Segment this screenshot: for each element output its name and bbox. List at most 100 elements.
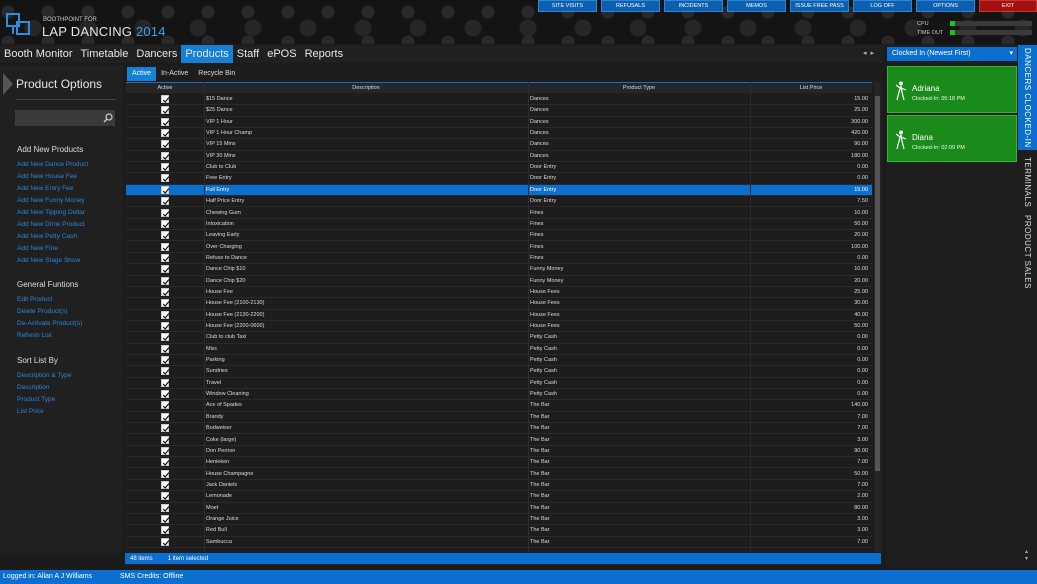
- link-description[interactable]: Description: [17, 384, 50, 391]
- table-row[interactable]: $25 Dance Dances 25.00: [126, 105, 872, 117]
- active-checkbox[interactable]: [161, 163, 170, 172]
- table-row[interactable]: VIP 1 Hour Champ Dances 420.00: [126, 128, 872, 140]
- log-off-button[interactable]: LOG OFF: [853, 0, 912, 12]
- table-row[interactable]: Chewing Gum Fines 10.00: [126, 208, 872, 219]
- tab-dancers[interactable]: Dancers: [132, 45, 181, 63]
- link-edit-product[interactable]: Edit Product: [17, 296, 52, 303]
- active-checkbox[interactable]: [161, 526, 170, 535]
- tab-staff[interactable]: Staff: [233, 45, 263, 63]
- dancer-card[interactable]: Adriana Clocked-In: 05:18 PM: [887, 66, 1017, 113]
- active-checkbox[interactable]: [161, 242, 170, 251]
- table-row[interactable]: Dance Chip $10 Funny Money 10.00: [126, 264, 872, 276]
- active-checkbox[interactable]: [161, 480, 170, 489]
- active-checkbox[interactable]: [161, 333, 170, 342]
- subtab-in-active[interactable]: In-Active: [156, 67, 193, 81]
- table-row[interactable]: Window Cleaning Petty Cash 0.00: [126, 389, 872, 401]
- subtab-recycle-bin[interactable]: Recycle Bin: [193, 67, 240, 81]
- active-checkbox[interactable]: [161, 390, 170, 399]
- memos-button[interactable]: MEMOS: [727, 0, 786, 12]
- active-checkbox[interactable]: [161, 492, 170, 501]
- table-row[interactable]: Sundries Petty Cash 0.00: [126, 366, 872, 378]
- header-description[interactable]: Description: [204, 85, 528, 91]
- table-row[interactable]: VIP 15 Mins Dances 90.00: [126, 139, 872, 151]
- active-checkbox[interactable]: [161, 514, 170, 523]
- active-checkbox[interactable]: [161, 287, 170, 296]
- active-checkbox[interactable]: [161, 265, 170, 274]
- table-row[interactable]: Ace of Spades The Bar 140.00: [126, 400, 872, 412]
- link-delete-product-s[interactable]: Delete Product(s): [17, 308, 68, 315]
- active-checkbox[interactable]: [161, 299, 170, 308]
- active-checkbox[interactable]: [161, 537, 170, 546]
- dancer-card[interactable]: Diana Clocked-In: 02:09 PM: [887, 115, 1017, 162]
- active-checkbox[interactable]: [161, 231, 170, 240]
- collapse-arrow-icon[interactable]: [3, 73, 13, 95]
- table-row[interactable]: $15 Dance Dances 15.00: [126, 94, 872, 106]
- active-checkbox[interactable]: [161, 458, 170, 467]
- tab-reports[interactable]: Reports: [301, 45, 348, 63]
- exit-button[interactable]: EXIT: [979, 0, 1037, 12]
- side-tab-product-sales[interactable]: PRODUCT SALES: [1018, 214, 1037, 289]
- incidents-button[interactable]: INCIDENTS: [664, 0, 723, 12]
- active-checkbox[interactable]: [161, 356, 170, 365]
- subtab-active[interactable]: Active: [127, 67, 157, 81]
- table-row[interactable]: Jack Daniels The Bar 7.00: [126, 480, 872, 492]
- active-checkbox[interactable]: [161, 129, 170, 138]
- active-checkbox[interactable]: [161, 95, 170, 103]
- link-add-new-stage-show[interactable]: Add New Stage Show: [17, 257, 80, 264]
- issue-free-pass-button[interactable]: ISSUE FREE PASS: [790, 0, 849, 12]
- search-icon[interactable]: [103, 113, 113, 123]
- table-row[interactable]: Henieken The Bar 7.00: [126, 457, 872, 469]
- table-row[interactable]: Travel Petty Cash 0.00: [126, 378, 872, 390]
- link-add-new-fine[interactable]: Add New Fine: [17, 245, 58, 252]
- active-checkbox[interactable]: [161, 367, 170, 376]
- clocked-in-sort-select[interactable]: Clocked In (Newest First) ▾: [887, 47, 1017, 61]
- active-checkbox[interactable]: [161, 185, 170, 194]
- table-row[interactable]: VIP 30 Mins Dances 180.00: [126, 151, 872, 163]
- header-product-type[interactable]: Product Type: [528, 85, 750, 91]
- table-row[interactable]: Dance Chip $20 Funny Money 20.00: [126, 276, 872, 287]
- nav-scroll-arrows-icon[interactable]: ◂▸: [863, 49, 878, 57]
- table-row[interactable]: Half Price Entry Door Entry 7.50: [126, 196, 872, 208]
- table-row[interactable]: Don Perrion The Bar 90.00: [126, 446, 872, 458]
- link-add-new-petty-cash[interactable]: Add New Petty Cash: [17, 233, 77, 240]
- active-checkbox[interactable]: [161, 106, 170, 115]
- link-refresh-list[interactable]: Refresh List: [17, 332, 52, 339]
- active-checkbox[interactable]: [161, 208, 170, 217]
- table-row[interactable]: Red Bull The Bar 3.00: [126, 525, 872, 537]
- active-checkbox[interactable]: [161, 151, 170, 160]
- options-button[interactable]: OPTIONS: [916, 0, 975, 12]
- table-row[interactable]: Full Entry Door Entry 15.00: [126, 184, 872, 197]
- active-checkbox[interactable]: [161, 253, 170, 262]
- side-tab-terminals[interactable]: TERMINALS: [1018, 152, 1037, 212]
- table-row[interactable]: VIP 1 Hour Dances 300.00: [126, 117, 872, 128]
- table-row[interactable]: House Fee (2200-0600) House Fees 50.00: [126, 321, 872, 333]
- table-row[interactable]: Free Entry Door Entry 0.00: [126, 173, 872, 185]
- table-row[interactable]: Coke (large) The Bar 3.00: [126, 435, 872, 446]
- table-row[interactable]: House Champagne The Bar 50.00: [126, 469, 872, 480]
- active-checkbox[interactable]: [161, 174, 170, 183]
- link-add-new-dance-product[interactable]: Add New Dance Product: [17, 161, 88, 168]
- table-row[interactable]: Budweiser The Bar 7.00: [126, 423, 872, 435]
- tab-booth-monitor[interactable]: Booth Monitor: [0, 45, 76, 63]
- link-product-type[interactable]: Product Type: [17, 396, 55, 403]
- grid-scrollbar[interactable]: [874, 82, 881, 552]
- table-row[interactable]: Sambucca The Bar 7.00: [126, 537, 872, 548]
- active-checkbox[interactable]: [161, 424, 170, 433]
- tab-epos[interactable]: ePOS: [263, 45, 300, 63]
- table-row[interactable]: Intoxication Fines 50.00: [126, 219, 872, 231]
- link-add-new-entry-fee[interactable]: Add New Entry Fee: [17, 185, 73, 192]
- active-checkbox[interactable]: [161, 412, 170, 421]
- link-add-new-house-fee[interactable]: Add New House Fee: [17, 173, 77, 180]
- header-active[interactable]: Active: [126, 85, 204, 91]
- link-description-type[interactable]: Description & Type: [17, 372, 71, 379]
- link-add-new-drink-product[interactable]: Add New Drink Product: [17, 221, 85, 228]
- active-checkbox[interactable]: [161, 435, 170, 444]
- header-list-price[interactable]: List Price: [750, 85, 872, 91]
- active-checkbox[interactable]: [161, 401, 170, 410]
- active-checkbox[interactable]: [161, 117, 170, 126]
- active-checkbox[interactable]: [161, 322, 170, 330]
- active-checkbox[interactable]: [161, 140, 170, 149]
- active-checkbox[interactable]: [161, 276, 170, 285]
- table-row[interactable]: House Fee (2130-2200) House Fees 40.00: [126, 310, 872, 321]
- search-input[interactable]: [15, 110, 115, 126]
